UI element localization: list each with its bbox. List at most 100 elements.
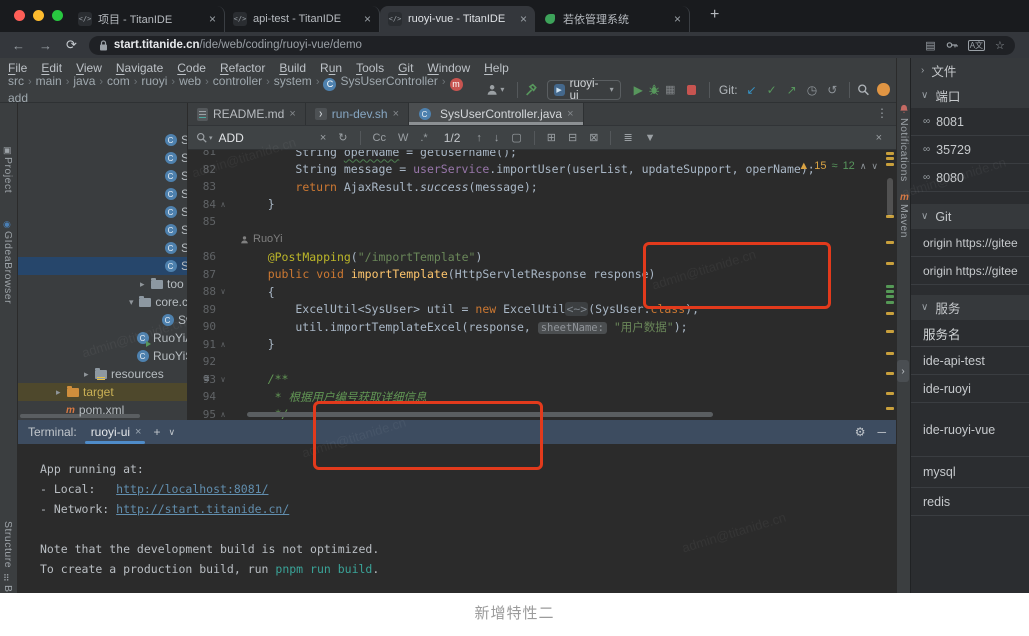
new-terminal-icon[interactable]: + (153, 425, 160, 439)
remove-occurrence-icon[interactable]: ⊟ (568, 131, 577, 144)
close-window-icon[interactable] (14, 10, 25, 21)
breadcrumb-item[interactable]: controller (213, 74, 262, 88)
breadcrumb-item[interactable]: com (107, 74, 130, 88)
menu-item-view[interactable]: View (76, 61, 102, 75)
reading-list-icon[interactable]: ▤ (925, 39, 935, 52)
terminal-link[interactable]: http://localhost:8081/ (116, 482, 268, 496)
browser-tab[interactable]: </>api-test - TitanIDE× (225, 6, 380, 32)
browser-tab[interactable]: </>项目 - TitanIDE× (70, 6, 225, 32)
macos-traffic-lights[interactable] (14, 10, 63, 21)
tab-close-icon[interactable]: × (674, 12, 681, 26)
reload-icon[interactable]: ⟳ (66, 37, 77, 53)
bookmark-star-icon[interactable]: ☆ (995, 39, 1005, 52)
run-configuration-select[interactable]: ▶ ruoyi-ui ▾ (547, 80, 621, 100)
menu-item-edit[interactable]: Edit (41, 61, 62, 75)
search-recent-icon[interactable]: ↻ (338, 131, 347, 144)
open-in-find-window-icon[interactable]: ▢ (511, 131, 521, 144)
service-row[interactable]: redis (911, 488, 1029, 516)
tool-stripe-structure[interactable]: Structure (2, 521, 14, 568)
tree-row[interactable]: ▸target (18, 383, 188, 401)
bookmarks-icon[interactable]: ⠿ (3, 573, 10, 584)
editor-tab[interactable]: README.md× (188, 103, 306, 125)
tree-row[interactable]: CS (18, 149, 188, 167)
notifications-bell-icon[interactable] (899, 104, 909, 114)
menu-item-refactor[interactable]: Refactor (220, 61, 265, 75)
tree-chevron-icon[interactable]: ▾ (129, 297, 138, 308)
inspections-widget[interactable]: ▲ 15 ≈ 12 ∧ ∨ (798, 160, 878, 172)
terminal-tab-close-icon[interactable]: × (135, 426, 141, 438)
sidebar-expand-button[interactable]: › (897, 360, 909, 382)
service-row[interactable]: ide-api-test (911, 347, 1029, 375)
menu-item-file[interactable]: File (8, 61, 27, 75)
tool-stripe-gideabrowser[interactable]: GIdeaBrowser (2, 231, 14, 304)
tool-stripe-project[interactable]: Project (2, 157, 14, 193)
project-tool-icon[interactable]: ▣ (3, 145, 12, 156)
port-row[interactable]: ∞8081 (911, 108, 1029, 136)
sidebar-section-git[interactable]: ∨Git (911, 204, 1029, 229)
fold-marker-icon[interactable]: ∧ (216, 200, 230, 209)
breadcrumb-item[interactable]: ruoyi (141, 74, 167, 88)
terminal-link[interactable]: http://start.titanide.cn/ (116, 502, 289, 516)
password-key-icon[interactable] (946, 40, 958, 50)
regex-toggle[interactable]: .* (420, 132, 427, 144)
editor-tab-close-icon[interactable]: × (393, 108, 399, 120)
fold-marker-icon[interactable]: ∨ (216, 287, 230, 296)
close-search-icon[interactable]: × (876, 132, 882, 144)
search-filter-icon[interactable]: ▼ (645, 132, 656, 144)
breadcrumb-item[interactable]: src (8, 74, 24, 88)
tree-row[interactable]: ▸too (18, 275, 188, 293)
git-remote-row[interactable]: origin https://gitee (911, 257, 1029, 285)
tree-row[interactable]: ▸resources (18, 365, 188, 383)
tree-row[interactable]: CS (18, 167, 188, 185)
tree-row[interactable]: CS (18, 131, 188, 149)
menu-item-tools[interactable]: Tools (356, 61, 384, 75)
prev-error-icon[interactable]: ∧ (860, 161, 867, 172)
menu-item-help[interactable]: Help (484, 61, 509, 75)
debug-button[interactable] (648, 83, 660, 96)
tree-row[interactable]: CS (18, 257, 188, 275)
next-occurrence-icon[interactable]: ↓ (494, 132, 500, 144)
terminal-minimize-icon[interactable]: ─ (877, 425, 886, 439)
multiline-search-icon[interactable]: ≣ (623, 131, 632, 144)
minimize-window-icon[interactable] (33, 10, 44, 21)
service-row[interactable]: mysql (911, 457, 1029, 488)
url-field[interactable]: start.titanide.cn/ide/web/coding/ruoyi-v… (89, 36, 1015, 55)
tree-chevron-icon[interactable]: ▸ (56, 387, 66, 398)
sidebar-section-services[interactable]: ∨服务 (911, 295, 1029, 320)
match-case-toggle[interactable]: Cc (373, 132, 386, 144)
git-update-icon[interactable]: ↙ (747, 83, 757, 97)
tree-row[interactable]: CS (18, 203, 188, 221)
git-remote-row[interactable]: origin https://gitee (911, 229, 1029, 257)
browser-tab[interactable]: </>ruoyi-vue - TitanIDE× (380, 6, 535, 32)
tree-row[interactable]: CS (18, 239, 188, 257)
breadcrumb-item[interactable]: web (179, 74, 201, 88)
tab-close-icon[interactable]: × (364, 12, 371, 26)
add-occurrence-icon[interactable]: ⊞ (547, 131, 556, 144)
new-tab-button[interactable]: + (710, 6, 719, 24)
terminal-settings-icon[interactable]: ⚙ (855, 425, 866, 439)
tab-close-icon[interactable]: × (520, 12, 527, 26)
build-hammer-icon[interactable] (525, 83, 538, 97)
breadcrumb-item[interactable]: system (274, 74, 312, 88)
whole-words-toggle[interactable]: W (398, 132, 408, 144)
sidebar-section-files[interactable]: ›文件 (911, 58, 1029, 83)
user-icon[interactable] (486, 83, 498, 96)
translate-icon[interactable]: A文 (968, 40, 985, 51)
editor-tab[interactable]: ❯run-dev.sh× (306, 103, 409, 125)
gidea-browser-icon[interactable]: ◉ (3, 219, 11, 230)
menu-item-run[interactable]: Run (320, 61, 342, 75)
menu-item-code[interactable]: Code (177, 61, 206, 75)
tree-row[interactable]: mpom.xml (18, 401, 188, 419)
breadcrumb-item[interactable]: CSysUserController (323, 74, 437, 88)
breadcrumb-item[interactable]: java (73, 74, 95, 88)
menu-item-window[interactable]: Window (427, 61, 470, 75)
terminal-dropdown-icon[interactable]: ∨ (169, 427, 176, 438)
next-error-icon[interactable]: ∨ (871, 161, 878, 172)
service-row[interactable]: ide-ruoyi-vue (911, 403, 1029, 457)
search-everywhere-icon[interactable] (857, 83, 869, 96)
rollback-icon[interactable]: ↺ (827, 83, 837, 97)
clear-search-icon[interactable]: × (320, 132, 326, 144)
editor-vscrollbar[interactable] (887, 178, 893, 216)
fold-marker-icon[interactable]: ∧ (216, 410, 230, 419)
port-row[interactable]: ∞35729 (911, 136, 1029, 164)
